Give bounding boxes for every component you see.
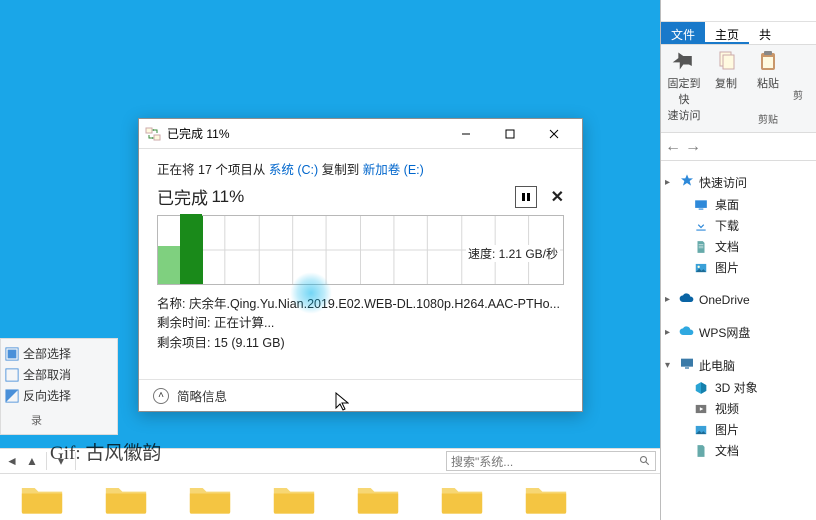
nav-pictures2[interactable]: 图片 [665, 419, 812, 440]
search-box[interactable]: 搜索"系统... [446, 451, 656, 471]
cancel-button[interactable]: ✕ [551, 187, 564, 207]
folder-icon[interactable] [272, 482, 316, 516]
tab-home[interactable]: 主页 [705, 22, 749, 44]
dialog-footer: ˄ 简略信息 [139, 379, 582, 411]
navigation-pane: ▸ 快速访问 桌面 下载 文档 图片 ▸ OneDrive ▸ WPS网盘 [661, 161, 816, 481]
back-history-icon[interactable]: ◄ [4, 453, 20, 469]
search-icon [639, 455, 651, 467]
invert-icon [5, 389, 19, 403]
close-button[interactable] [532, 120, 576, 148]
source-link[interactable]: 系统 (C:) [269, 163, 318, 177]
nav-videos[interactable]: 视频 [665, 398, 812, 419]
download-icon [694, 219, 708, 233]
ribbon-body: 固定到快 速访问 复制 粘贴 剪 剪贴 [661, 45, 816, 133]
address-bar[interactable]: ← → [661, 133, 816, 161]
pin-icon [672, 49, 696, 73]
folder-icon[interactable] [20, 482, 64, 516]
explorer-window: 文件 主页 共 固定到快 速访问 复制 粘贴 剪 剪贴 ← → ▸ 快速访问 [660, 0, 816, 520]
nav-documents[interactable]: 文档 [665, 236, 812, 257]
ribbon-pin[interactable]: 固定到快 速访问 [663, 49, 705, 128]
picture-icon [694, 423, 708, 437]
copy-description: 正在将 17 个项目从 系统 (C:) 复制到 新加卷 (E:) [157, 159, 564, 178]
tab-share[interactable]: 共 [749, 22, 781, 44]
transfer-icon [145, 126, 161, 142]
speed-readout: 速度: 1.21 GB/秒 [466, 245, 560, 262]
nav-this-pc[interactable]: ▾ 此电脑 [665, 354, 812, 377]
cloud-icon [679, 290, 695, 306]
ribbon-copy[interactable]: 复制 [705, 49, 747, 128]
progress-percent: 11% [211, 187, 244, 207]
copy-progress-dialog: 已完成 11% 正在将 17 个项目从 系统 (C:) 复制到 新加卷 (E:)… [138, 118, 583, 412]
dialog-title-prefix: 已完成 [167, 125, 203, 142]
watermark-text: Gif: 古风徽韵 [50, 438, 161, 465]
folder-icon[interactable] [524, 482, 568, 516]
ribbon-cut-sub: 剪 [793, 87, 803, 102]
star-icon [679, 173, 695, 189]
folder-grid [0, 474, 660, 520]
folder-icon[interactable] [356, 482, 400, 516]
nav-quick-access[interactable]: ▸ 快速访问 [665, 171, 812, 194]
dialog-title-percent: 11% [206, 127, 229, 141]
explorer-titlebar [661, 0, 816, 22]
nav-downloads[interactable]: 下载 [665, 215, 812, 236]
nav-pictures[interactable]: 图片 [665, 257, 812, 278]
brief-info-toggle[interactable]: 简略信息 [177, 386, 227, 405]
dialog-titlebar[interactable]: 已完成 11% [139, 119, 582, 149]
nav-3d-objects[interactable]: 3D 对象 [665, 377, 812, 398]
video-icon [694, 402, 708, 416]
nav-onedrive[interactable]: ▸ OneDrive [665, 288, 812, 311]
select-all-icon [5, 347, 19, 361]
chevron-up-icon[interactable]: ˄ [153, 388, 169, 404]
file-name: 庆余年.Qing.Yu.Nian.2019.E02.WEB-DL.1080p.H… [189, 297, 560, 311]
remaining-time: 正在计算... [214, 316, 274, 330]
forward-arrow-icon[interactable]: → [685, 139, 701, 155]
nav-desktop[interactable]: 桌面 [665, 194, 812, 215]
up-icon[interactable]: ▲ [24, 453, 40, 469]
maximize-button[interactable] [488, 120, 532, 148]
ribbon-paste[interactable]: 粘贴 剪 剪贴 [747, 49, 789, 128]
nav-wps[interactable]: ▸ WPS网盘 [665, 321, 812, 344]
progress-label: 已完成 [157, 184, 208, 209]
folder-icon[interactable] [440, 482, 484, 516]
desktop-icon [694, 198, 708, 212]
paste-icon [756, 49, 780, 73]
dest-link[interactable]: 新加卷 (E:) [363, 163, 424, 177]
nav-documents2[interactable]: 文档 [665, 440, 812, 461]
folder-icon[interactable] [104, 482, 148, 516]
select-none-icon [5, 368, 19, 382]
wps-icon [679, 323, 695, 339]
pause-button[interactable] [515, 186, 537, 208]
ribbon-clipboard-sub: 剪贴 [747, 111, 789, 126]
back-arrow-icon[interactable]: ← [665, 139, 681, 155]
pc-icon [679, 356, 695, 372]
minimize-button[interactable] [444, 120, 488, 148]
document-icon [694, 444, 708, 458]
invert-selection-button[interactable]: 反向选择 [5, 385, 113, 406]
select-none-button[interactable]: 全部取消 [5, 364, 113, 385]
cube-icon [694, 381, 708, 395]
ribbon-tabs: 文件 主页 共 [661, 22, 816, 45]
picture-icon [694, 261, 708, 275]
selection-panel: 全部选择 全部取消 反向选择 录 [0, 338, 118, 435]
copy-icon [714, 49, 738, 73]
transfer-details: 名称: 庆余年.Qing.Yu.Nian.2019.E02.WEB-DL.108… [157, 295, 564, 353]
tab-file[interactable]: 文件 [661, 22, 705, 44]
document-icon [694, 240, 708, 254]
select-all-button[interactable]: 全部选择 [5, 343, 113, 364]
selection-group-label: 录 [5, 410, 113, 430]
remaining-items: 15 (9.11 GB) [214, 336, 285, 350]
folder-icon[interactable] [188, 482, 232, 516]
